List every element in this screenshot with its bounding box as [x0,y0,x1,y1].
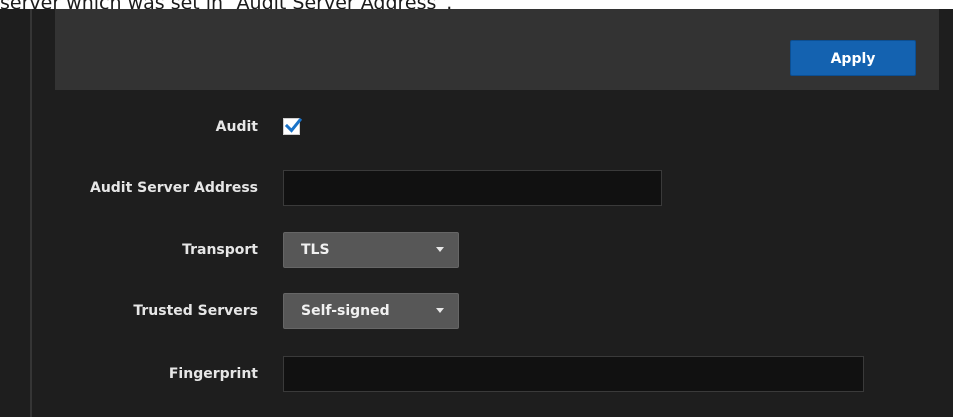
chevron-down-icon [436,308,444,313]
fingerprint-label: Fingerprint [168,366,258,382]
toolbar: Apply [55,9,939,90]
transport-label: Transport [182,242,258,258]
transport-select[interactable]: TLS [283,232,459,268]
apply-button[interactable]: Apply [790,40,916,76]
chevron-down-icon [436,247,444,252]
audit-server-address-label: Audit Server Address [89,180,258,196]
trusted-servers-select[interactable]: Self-signed [283,293,459,329]
sidebar-divider [30,9,32,417]
trusted-servers-label: Trusted Servers [133,303,258,319]
trusted-servers-selected-value: Self-signed [301,303,390,319]
audit-label: Audit [215,119,258,135]
transport-selected-value: TLS [301,242,330,258]
audit-server-address-input[interactable] [283,170,662,206]
fingerprint-input[interactable] [283,356,864,392]
audit-checkbox[interactable] [283,117,303,135]
settings-panel: Apply Audit Audit Server Address Transpo… [0,9,953,417]
checkmark-icon [284,117,303,133]
